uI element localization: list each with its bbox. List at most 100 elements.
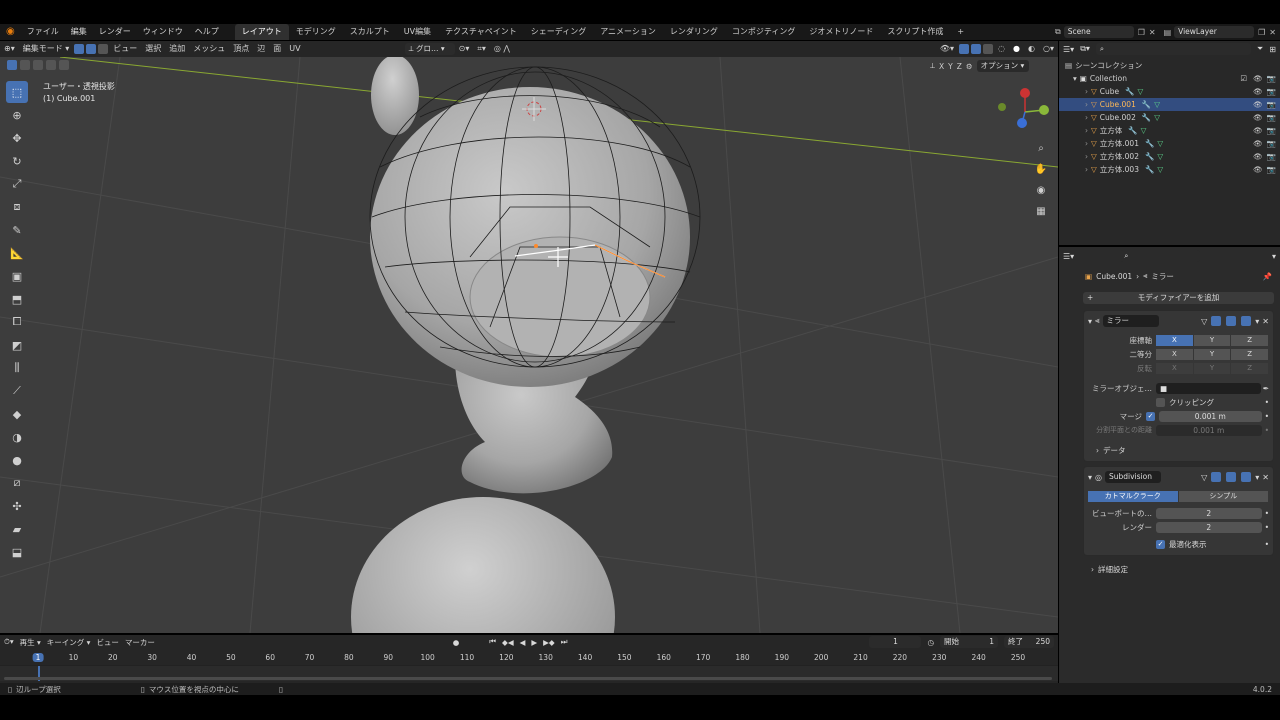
zoom-icon[interactable]: ⌕ [1032, 138, 1050, 158]
rotate-tool-icon[interactable]: ↻ [6, 150, 28, 172]
render-toggle-icon[interactable] [1241, 316, 1252, 326]
object-camera-icon[interactable]: 📷 [1267, 137, 1276, 150]
tab-uv-editing[interactable]: UV編集 [397, 24, 438, 40]
smooth-tool-icon[interactable]: ● [6, 449, 28, 471]
menu-add[interactable]: 追加 [165, 41, 189, 57]
next-keyframe-icon[interactable]: ▶◆ [543, 638, 555, 647]
gizmo-toggle-icon[interactable] [959, 44, 970, 54]
outliner-object-row[interactable]: › ▽ 立方体 🔧 ▽ 👁 📷 [1059, 124, 1280, 137]
box-select-new-icon[interactable] [7, 60, 17, 70]
keyframe-dot-icon[interactable]: • [1265, 412, 1269, 421]
menu-edge[interactable]: 辺 [253, 41, 269, 57]
keyframe-dot-icon[interactable]: • [1265, 523, 1269, 532]
box-select-intersect-icon[interactable] [59, 60, 69, 70]
tab-shading[interactable]: シェーディング [524, 24, 593, 40]
mirror-options-icon[interactable]: ⟂ [930, 61, 935, 71]
menu-playback[interactable]: 再生 ▾ [20, 637, 41, 648]
select-tool-icon[interactable]: ⬚ [6, 81, 28, 103]
bevel-tool-icon[interactable]: ◩ [6, 334, 28, 356]
expand-icon[interactable]: › [1085, 85, 1088, 98]
editmode-toggle-icon[interactable]: ▽ [1201, 317, 1207, 326]
transform-tool-icon[interactable]: ⧈ [6, 196, 28, 218]
delete-viewlayer-icon[interactable]: ✕ [1269, 28, 1276, 37]
extrude-tool-icon[interactable]: ⬒ [6, 288, 28, 310]
object-camera-icon[interactable]: 📷 [1267, 111, 1276, 124]
poly-build-tool-icon[interactable]: ◆ [6, 403, 28, 425]
tab-rendering[interactable]: レンダリング [663, 24, 725, 40]
pan-hand-icon[interactable]: ✋ [1032, 159, 1050, 179]
start-frame-field[interactable]: 開始 1 [940, 636, 998, 648]
viewlayer-selector[interactable]: ViewLayer [1174, 26, 1255, 38]
outliner-editor-icon[interactable]: ☰▾ [1063, 45, 1074, 54]
prev-keyframe-icon[interactable]: ◆◀ [502, 638, 514, 647]
inset-tool-icon[interactable]: ⧠ [6, 311, 28, 333]
copy-viewlayer-icon[interactable]: ❐ [1258, 28, 1265, 37]
mirror-object-field[interactable]: ■ [1156, 382, 1261, 394]
editmode-toggle-icon[interactable]: ▽ [1201, 473, 1207, 482]
viewport-toggle-icon[interactable] [1226, 472, 1237, 482]
camera-icon[interactable]: ◉ [1032, 180, 1050, 200]
bisect-distance-field[interactable]: 0.001 m [1156, 424, 1262, 436]
outliner-object-row[interactable]: › ▽ 立方体.001 🔧 ▽ 👁 📷 [1059, 137, 1280, 150]
box-select-invert-icon[interactable] [46, 60, 56, 70]
shrink-fatten-tool-icon[interactable]: ✣ [6, 495, 28, 517]
blender-logo-icon[interactable]: ◉ [0, 24, 21, 40]
object-camera-icon[interactable]: 📷 [1267, 163, 1276, 176]
vertex-select-icon[interactable] [74, 44, 85, 54]
menu-file[interactable]: ファイル [21, 24, 65, 40]
render-shading-icon[interactable]: ○▾ [1039, 41, 1058, 57]
measure-tool-icon[interactable]: 📐 [6, 242, 28, 264]
object-eye-icon[interactable]: 👁 [1253, 137, 1263, 150]
add-modifier-button[interactable]: + モディファイアーを追加 [1083, 292, 1274, 304]
object-eye-icon[interactable]: 👁 [1253, 150, 1263, 163]
modifier-menu-icon[interactable]: ▾ [1255, 317, 1259, 326]
current-frame-field[interactable]: 1 [869, 636, 922, 648]
pivot-icon[interactable]: ⊙▾ [455, 41, 474, 57]
jump-start-icon[interactable]: ⏮ [489, 637, 496, 647]
clock-icon[interactable]: ◷ [927, 638, 934, 647]
shear-tool-icon[interactable]: ▰ [6, 518, 28, 540]
expand-icon[interactable]: › [1085, 163, 1088, 176]
delete-scene-icon[interactable]: ✕ [1149, 28, 1156, 37]
menu-window[interactable]: ウィンドウ [137, 24, 189, 40]
rip-tool-icon[interactable]: ⬓ [6, 541, 28, 563]
expand-icon[interactable]: › [1085, 137, 1088, 150]
menu-help[interactable]: ヘルプ [189, 24, 225, 40]
object-eye-icon[interactable]: 👁 [1253, 111, 1263, 124]
outliner-object-row[interactable]: › ▽ 立方体.002 🔧 ▽ 👁 📷 [1059, 150, 1280, 163]
knife-tool-icon[interactable]: ⟋ [6, 380, 28, 402]
record-icon[interactable]: ● [453, 638, 460, 647]
viewport-toggle-icon[interactable] [1226, 316, 1237, 326]
subdivision-name-field[interactable]: Subdivision [1105, 471, 1161, 483]
axis-y-toggle[interactable]: Y [948, 62, 953, 71]
merge-checkbox[interactable]: ✓ [1146, 411, 1155, 421]
menu-view[interactable]: ビュー [109, 41, 141, 57]
axis-x-toggle[interactable]: X [939, 62, 944, 71]
timeline-editor-icon[interactable]: ⏱▾ [4, 637, 14, 647]
merge-distance-field[interactable]: 0.001 m [1159, 410, 1262, 422]
wireframe-shading-icon[interactable]: ◌ [994, 41, 1009, 57]
timeline-scrollbar[interactable] [4, 677, 1052, 680]
scene-collection-row[interactable]: ▤ シーンコレクション [1059, 59, 1280, 72]
jump-end-icon[interactable]: ⏭ [561, 637, 568, 647]
outliner-object-row[interactable]: › ▽ Cube 🔧 ▽ 👁 📷 [1059, 85, 1280, 98]
display-mode-icon[interactable]: ⧉▾ [1080, 44, 1090, 54]
solid-shading-icon[interactable]: ● [1009, 41, 1024, 57]
cursor-tool-icon[interactable]: ⊕ [6, 104, 28, 126]
outliner-object-row[interactable]: › ▽ Cube.002 🔧 ▽ 👁 📷 [1059, 111, 1280, 124]
object-camera-icon[interactable]: 📷 [1267, 150, 1276, 163]
axis-z-button[interactable]: Z [1231, 334, 1269, 346]
add-workspace-button[interactable]: + [950, 24, 971, 40]
catmull-clark-button[interactable]: カトマルクラーク [1088, 490, 1178, 502]
expand-icon[interactable]: › [1085, 150, 1088, 163]
advanced-expand-icon[interactable]: › [1091, 565, 1094, 574]
cage-toggle-icon[interactable] [1211, 316, 1222, 326]
object-camera-icon[interactable]: 📷 [1267, 98, 1276, 111]
axis-x-button[interactable]: X [1156, 334, 1193, 346]
box-select-subtract-icon[interactable] [33, 60, 43, 70]
scene-selector[interactable]: Scene [1063, 26, 1134, 38]
outliner-object-row[interactable]: › ▽ 立方体.003 🔧 ▽ 👁 📷 [1059, 163, 1280, 176]
props-editor-icon[interactable]: ☰▾ [1063, 252, 1074, 261]
render-levels-field[interactable]: 2 [1156, 521, 1262, 533]
bisect-y-button[interactable]: Y [1193, 348, 1231, 360]
